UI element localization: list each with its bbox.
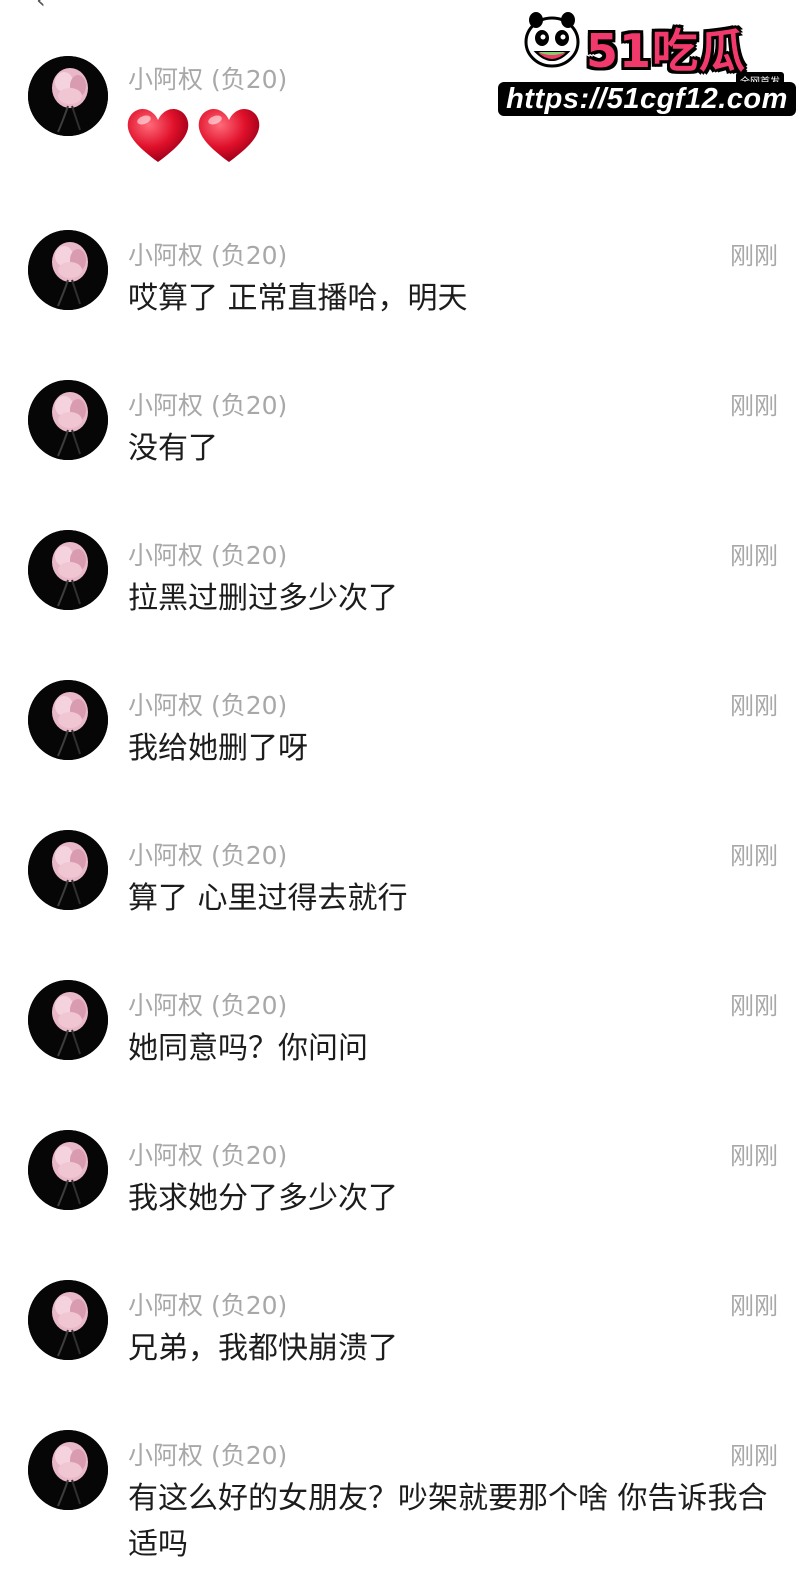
message-text: 我求她分了多少次了 xyxy=(128,1181,398,1216)
sender-name: 小阿权 (负20) xyxy=(128,1291,288,1320)
message-timestamp: 刚刚 xyxy=(730,1442,778,1470)
message-timestamp: 刚刚 xyxy=(730,392,778,420)
user-avatar[interactable] xyxy=(28,230,108,310)
sender-name: 小阿权 (负20) xyxy=(128,241,288,270)
sender-name: 小阿权 (负20) xyxy=(128,841,288,870)
sender-name: 小阿权 (负20) xyxy=(128,65,288,94)
sender-name: 小阿权 (负20) xyxy=(128,391,288,420)
sender-name: 小阿权 (负20) xyxy=(128,1141,288,1170)
user-avatar[interactable] xyxy=(28,56,108,136)
chat-message: 小阿权 (负20) 刚刚兄弟，我都快崩溃了 xyxy=(0,1276,800,1416)
message-timestamp: 刚刚 xyxy=(730,842,778,870)
message-text: 哎算了 正常直播哈，明天 xyxy=(128,281,468,316)
emoji-message xyxy=(126,106,263,168)
message-text: 拉黑过删过多少次了 xyxy=(128,581,398,616)
back-arrow-icon[interactable]: ‹ xyxy=(36,0,46,14)
message-text: 她同意吗？你问问 xyxy=(128,1031,368,1066)
user-avatar[interactable] xyxy=(28,1130,108,1210)
message-text: 兄弟，我都快崩溃了 xyxy=(128,1331,398,1366)
message-text: 算了 心里过得去就行 xyxy=(128,881,408,916)
sender-name: 小阿权 (负20) xyxy=(128,541,288,570)
message-timestamp: 刚刚 xyxy=(730,1292,778,1320)
heart-icon xyxy=(192,108,263,168)
user-avatar[interactable] xyxy=(28,1280,108,1360)
chat-message: 小阿权 (负20) 刚刚有这么好的女朋友？吵架就要那个啥 你告诉我合适吗 xyxy=(0,1426,800,1566)
chat-message: 小阿权 (负20) 刚刚拉黑过删过多少次了 xyxy=(0,526,800,666)
user-avatar[interactable] xyxy=(28,980,108,1060)
chat-message: 小阿权 (负20) 刚刚算了 心里过得去就行 xyxy=(0,826,800,966)
message-timestamp: 刚刚 xyxy=(730,542,778,570)
message-text: 我给她删了呀 xyxy=(128,731,308,766)
message-timestamp: 刚刚 xyxy=(730,692,778,720)
user-avatar[interactable] xyxy=(28,530,108,610)
user-avatar[interactable] xyxy=(28,380,108,460)
chat-message: 小阿权 (负20) 刚刚我求她分了多少次了 xyxy=(0,1126,800,1266)
message-timestamp: 刚刚 xyxy=(730,992,778,1020)
user-avatar[interactable] xyxy=(28,680,108,760)
message-timestamp: 刚刚 xyxy=(730,1142,778,1170)
message-text: 没有了 xyxy=(128,431,218,466)
chat-message: 小阿权 (负20) 刚刚哎算了 正常直播哈，明天 xyxy=(0,226,800,366)
chat-message: 小阿权 (负20) 刚刚没有了 xyxy=(0,376,800,516)
sender-name: 小阿权 (负20) xyxy=(128,991,288,1020)
chat-message: 小阿权 (负20) 刚刚我给她删了呀 xyxy=(0,676,800,816)
chat-message: 小阿权 (负20) xyxy=(0,52,800,192)
heart-icon xyxy=(126,108,192,168)
message-text: 有这么好的女朋友？吵架就要那个啥 你告诉我合适吗 xyxy=(128,1481,768,1562)
chat-message: 小阿权 (负20) 刚刚她同意吗？你问问 xyxy=(0,976,800,1116)
message-timestamp: 刚刚 xyxy=(730,242,778,270)
user-avatar[interactable] xyxy=(28,1430,108,1510)
user-avatar[interactable] xyxy=(28,830,108,910)
sender-name: 小阿权 (负20) xyxy=(128,691,288,720)
sender-name: 小阿权 (负20) xyxy=(128,1441,288,1470)
